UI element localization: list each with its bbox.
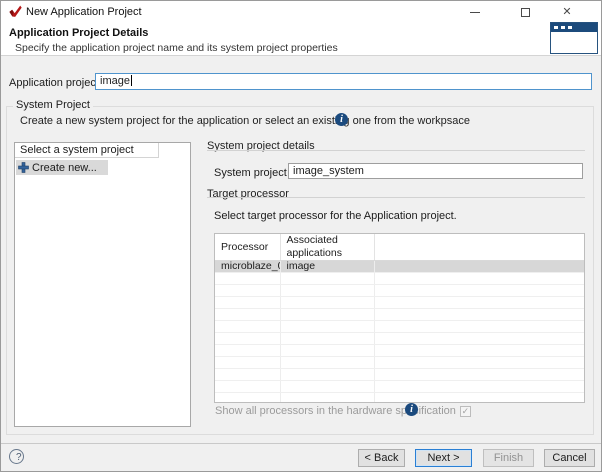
system-project-list[interactable]: Select a system project Create new... [14, 142, 191, 427]
finish-button[interactable]: Finish [483, 449, 534, 467]
page-subtitle: Specify the application project name and… [15, 42, 338, 54]
minimize-button[interactable] [457, 1, 493, 23]
system-project-group-label: System Project [13, 99, 93, 111]
wizard-header: Application Project Details Specify the … [1, 23, 601, 56]
table-empty-row [215, 273, 584, 285]
page-title: Application Project Details [9, 27, 148, 39]
xilinx-logo-icon [9, 5, 22, 18]
window-title: New Application Project [26, 1, 142, 23]
system-project-name-input[interactable]: image_system [288, 163, 583, 179]
banner-titlebar [551, 23, 597, 32]
create-new-label: Create new... [32, 162, 97, 174]
table-empty-row [215, 393, 584, 404]
target-processor-title: Target processor [207, 188, 289, 200]
system-project-description: Create a new system project for the appl… [20, 115, 470, 127]
table-empty-row [215, 333, 584, 345]
column-header-blank[interactable] [374, 234, 584, 261]
table-empty-row [215, 357, 584, 369]
footer-divider [1, 443, 601, 444]
applications-cell: image [280, 261, 374, 273]
table-empty-row [215, 345, 584, 357]
processor-table[interactable]: Processor Associated applications microb… [214, 233, 585, 403]
close-icon: ✕ [562, 7, 571, 18]
table-empty-row [215, 285, 584, 297]
show-all-processors-checkbox[interactable]: ✓ [460, 406, 471, 417]
table-row-microblaze[interactable]: microblaze_0 image [215, 261, 584, 273]
plus-icon [18, 162, 29, 173]
section-divider [207, 197, 585, 198]
close-button[interactable]: ✕ [549, 1, 585, 23]
target-processor-description: Select target processor for the Applicat… [214, 210, 457, 222]
table-empty-row [215, 369, 584, 381]
table-header-row: Processor Associated applications [215, 234, 584, 261]
table-empty-row [215, 381, 584, 393]
column-header-processor[interactable]: Processor [215, 234, 280, 261]
title-bar[interactable]: New Application Project ✕ [1, 1, 601, 23]
section-divider [207, 150, 585, 151]
table-empty-row [215, 309, 584, 321]
table-empty-row [215, 297, 584, 309]
maximize-icon [521, 8, 530, 17]
text-caret [131, 75, 132, 86]
minimize-icon [470, 12, 480, 13]
back-button[interactable]: < Back [358, 449, 405, 467]
processor-table-body: microblaze_0 image [215, 261, 584, 404]
table-empty-row [215, 321, 584, 333]
help-button[interactable]: ? [9, 449, 24, 464]
application-project-name-input[interactable]: image [95, 73, 592, 90]
cancel-button[interactable]: Cancel [544, 449, 595, 467]
next-button[interactable]: Next > [415, 449, 472, 467]
maximize-button[interactable] [507, 1, 543, 23]
create-new-item[interactable]: Create new... [16, 160, 108, 175]
column-header-associated-applications[interactable]: Associated applications [280, 234, 374, 261]
system-project-list-header[interactable]: Select a system project [15, 143, 159, 158]
system-project-name-value: image_system [293, 165, 364, 177]
processor-cell: microblaze_0 [215, 261, 280, 273]
show-all-processors-label: Show all processors in the hardware spec… [215, 405, 456, 417]
info-icon[interactable]: i [335, 113, 348, 126]
wizard-banner-icon [550, 22, 598, 54]
show-all-processors-row: Show all processors in the hardware spec… [215, 405, 471, 417]
info-icon[interactable]: i [405, 403, 418, 416]
new-application-project-dialog: New Application Project ✕ Application Pr… [0, 0, 602, 472]
application-project-name-value: image [100, 75, 130, 87]
